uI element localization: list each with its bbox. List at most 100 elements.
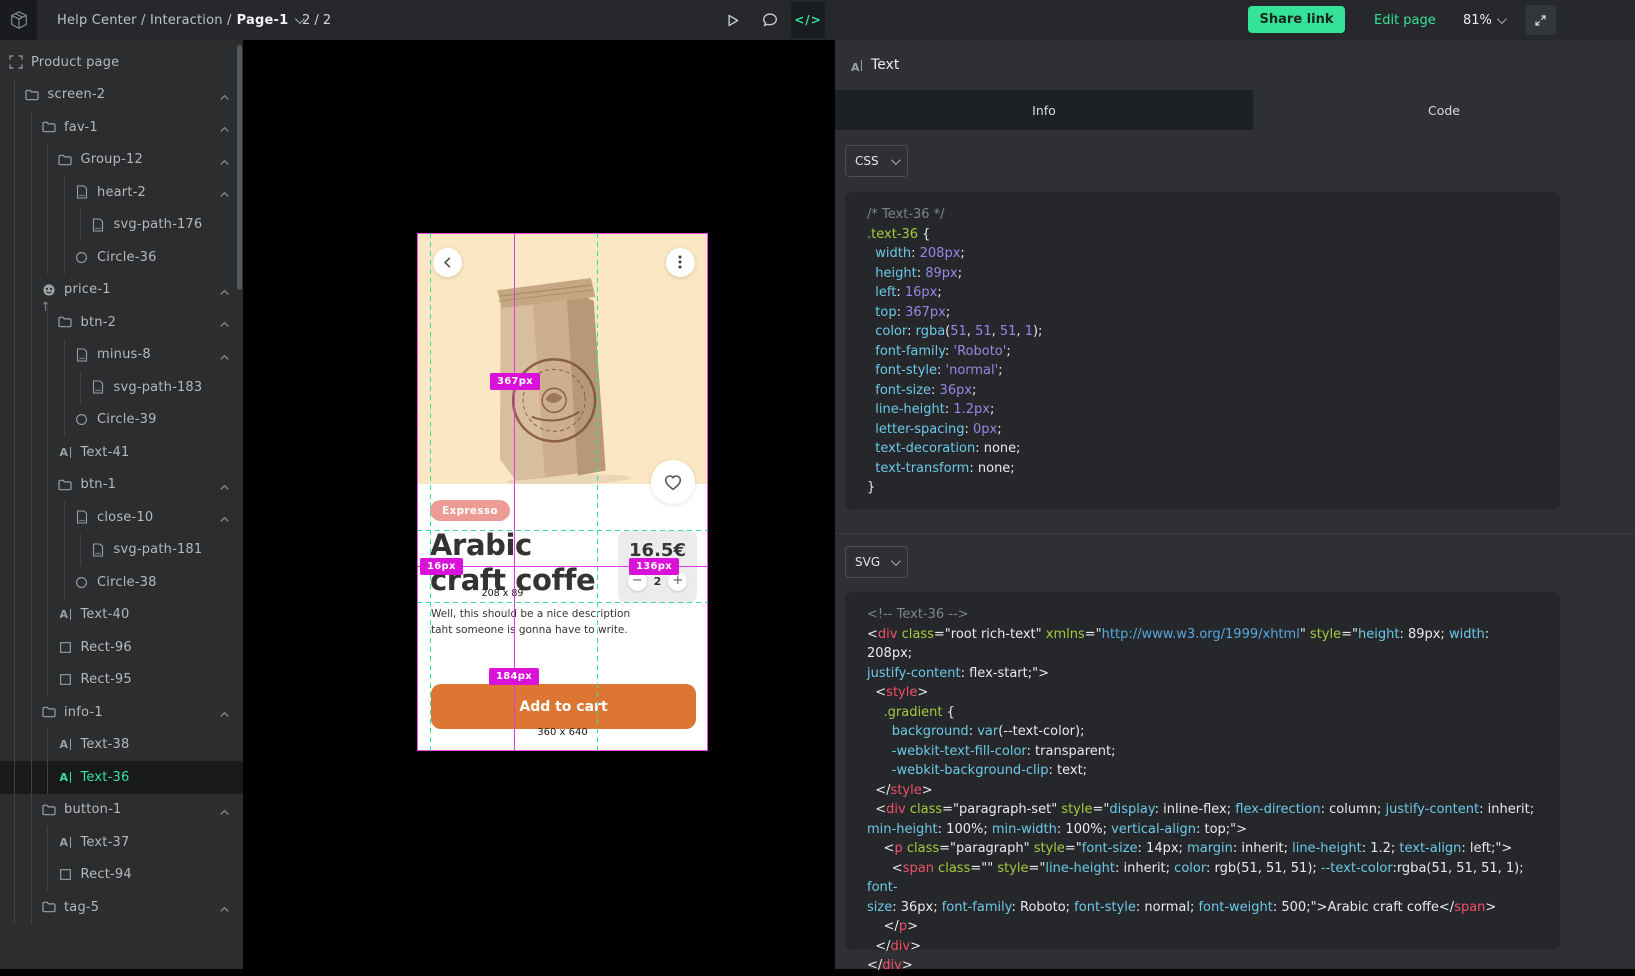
layer-label: Group-12 — [81, 152, 143, 167]
code-view-button[interactable]: </> — [791, 2, 825, 38]
tree-guide — [14, 306, 15, 339]
chevron-up-icon[interactable] — [218, 804, 231, 817]
more-options-button[interactable] — [666, 248, 695, 277]
measure-label-right: 136px — [629, 558, 679, 575]
tree-guide — [31, 306, 32, 339]
tree-guide — [47, 826, 48, 859]
chevron-up-icon[interactable] — [218, 901, 231, 914]
svg-language-dropdown[interactable]: SVG — [845, 546, 908, 578]
layer-row-screen-2[interactable]: screen-2 — [0, 79, 243, 112]
code-line: } — [867, 478, 1538, 498]
layer-row-tag-5[interactable]: tag-5 — [0, 891, 243, 924]
tree-guide — [31, 371, 32, 404]
breadcrumb-page[interactable]: Page-1 — [237, 13, 289, 28]
fullscreen-button[interactable] — [1525, 5, 1556, 35]
layer-label: svg-path-183 — [114, 380, 203, 395]
svg-file-icon — [91, 380, 106, 395]
code-line: <!-- Text-36 --> — [867, 605, 1538, 625]
layer-row-info-1[interactable]: info-1 — [0, 696, 243, 729]
layer-label: Product page — [31, 55, 119, 70]
layer-row-svg-path-183[interactable]: svg-path-183 — [0, 371, 243, 404]
play-button[interactable] — [715, 0, 749, 40]
tree-guide — [31, 826, 32, 859]
tab-code[interactable]: Code — [1253, 90, 1635, 130]
tab-info[interactable]: Info — [835, 90, 1253, 130]
layer-row-text-36[interactable]: AText-36 — [0, 761, 243, 794]
chevron-up-icon[interactable] — [218, 186, 231, 199]
layer-row-rect-95[interactable]: Rect-95 — [0, 664, 243, 697]
chevron-up-icon[interactable] — [218, 706, 231, 719]
guide-line-right — [597, 233, 598, 751]
folder-icon — [41, 802, 56, 817]
layer-row-btn-1[interactable]: btn-1 — [0, 469, 243, 502]
product-hero-image[interactable] — [418, 234, 707, 484]
layer-row-rect-94[interactable]: Rect-94 — [0, 859, 243, 892]
breadcrumb[interactable]: Help Center / Interaction / Page-1 — [57, 0, 302, 40]
share-link-button[interactable]: Share link — [1248, 6, 1345, 33]
layer-row-circle-36[interactable]: Circle-36 — [0, 241, 243, 274]
chevron-up-icon[interactable] — [218, 349, 231, 362]
layer-row-close-10[interactable]: close-10 — [0, 501, 243, 534]
layer-row-text-41[interactable]: AText-41 — [0, 436, 243, 469]
tree-guide — [14, 501, 15, 534]
layer-label: Rect-94 — [81, 867, 132, 882]
layer-row-circle-38[interactable]: Circle-38 — [0, 566, 243, 599]
chevron-up-icon[interactable] — [218, 316, 231, 329]
design-canvas[interactable]: Expresso Arabic craft coffe 208 x 89 16.… — [243, 40, 835, 969]
favorite-button[interactable] — [651, 460, 695, 504]
layer-row-text-37[interactable]: AText-37 — [0, 826, 243, 859]
layer-row-fav-1[interactable]: fav-1 — [0, 111, 243, 144]
layer-row-text-40[interactable]: AText-40 — [0, 599, 243, 632]
tree-guide — [47, 209, 48, 242]
svg-file-icon — [91, 217, 106, 232]
layer-row-heart-2[interactable]: heart-2 — [0, 176, 243, 209]
tree-guide — [64, 241, 65, 274]
layers-sidebar: Product page screen-2 fav-1 Group-12 heart-2… — [0, 40, 243, 969]
app-logo[interactable] — [0, 0, 37, 40]
edit-page-link[interactable]: Edit page — [1374, 0, 1436, 40]
layer-row-minus-8[interactable]: minus-8 — [0, 339, 243, 372]
css-language-dropdown[interactable]: CSS — [845, 145, 908, 177]
layer-row-price-1[interactable]: price-1 — [0, 274, 243, 307]
tree-guide — [64, 501, 65, 534]
zoom-control[interactable]: 81% — [1463, 0, 1504, 40]
add-to-cart-button[interactable]: Add to cart — [431, 684, 696, 729]
tree-guide — [64, 339, 65, 372]
chevron-up-icon[interactable] — [218, 284, 231, 297]
layer-row-svg-path-181[interactable]: svg-path-181 — [0, 534, 243, 567]
chevron-up-icon[interactable] — [218, 511, 231, 524]
layer-row-button-1[interactable]: button-1 — [0, 794, 243, 827]
layer-row-group-12[interactable]: Group-12 — [0, 144, 243, 177]
tree-guide — [14, 274, 15, 307]
layer-row-text-38[interactable]: AText-38 — [0, 729, 243, 762]
code-line: line-height: 1.2px; — [867, 400, 1538, 420]
sidebar-scrollbar[interactable] — [237, 45, 242, 290]
chevron-up-icon[interactable] — [218, 479, 231, 492]
chevron-up-icon[interactable] — [218, 121, 231, 134]
heart-icon — [662, 471, 684, 493]
layer-label: fav-1 — [64, 120, 98, 135]
tree-guide — [14, 469, 15, 502]
layer-row-svg-path-176[interactable]: svg-path-176 — [0, 209, 243, 242]
comment-icon — [761, 11, 779, 29]
comment-button[interactable] — [753, 0, 787, 40]
tree-guide — [31, 176, 32, 209]
layer-label: button-1 — [64, 802, 121, 817]
chevron-up-icon[interactable] — [218, 154, 231, 167]
tree-guide — [64, 566, 65, 599]
code-line: top: 367px; — [867, 303, 1538, 323]
back-button[interactable] — [433, 248, 462, 277]
product-tag[interactable]: Expresso — [430, 500, 510, 521]
tree-guide — [31, 696, 32, 729]
layer-row-product page[interactable]: Product page — [0, 46, 243, 79]
tree-guide — [14, 144, 15, 177]
artboard[interactable]: Expresso Arabic craft coffe 208 x 89 16.… — [417, 233, 708, 751]
layer-row-btn-2[interactable]: btn-2 — [0, 306, 243, 339]
tree-guide — [14, 794, 15, 827]
chevron-up-icon[interactable] — [218, 89, 231, 102]
layer-row-rect-96[interactable]: Rect-96 — [0, 631, 243, 664]
layer-row-circle-39[interactable]: Circle-39 — [0, 404, 243, 437]
tree-guide — [31, 274, 32, 307]
top-bar: Help Center / Interaction / Page-1 2 / 2… — [0, 0, 1635, 40]
tree-guide — [47, 729, 48, 762]
